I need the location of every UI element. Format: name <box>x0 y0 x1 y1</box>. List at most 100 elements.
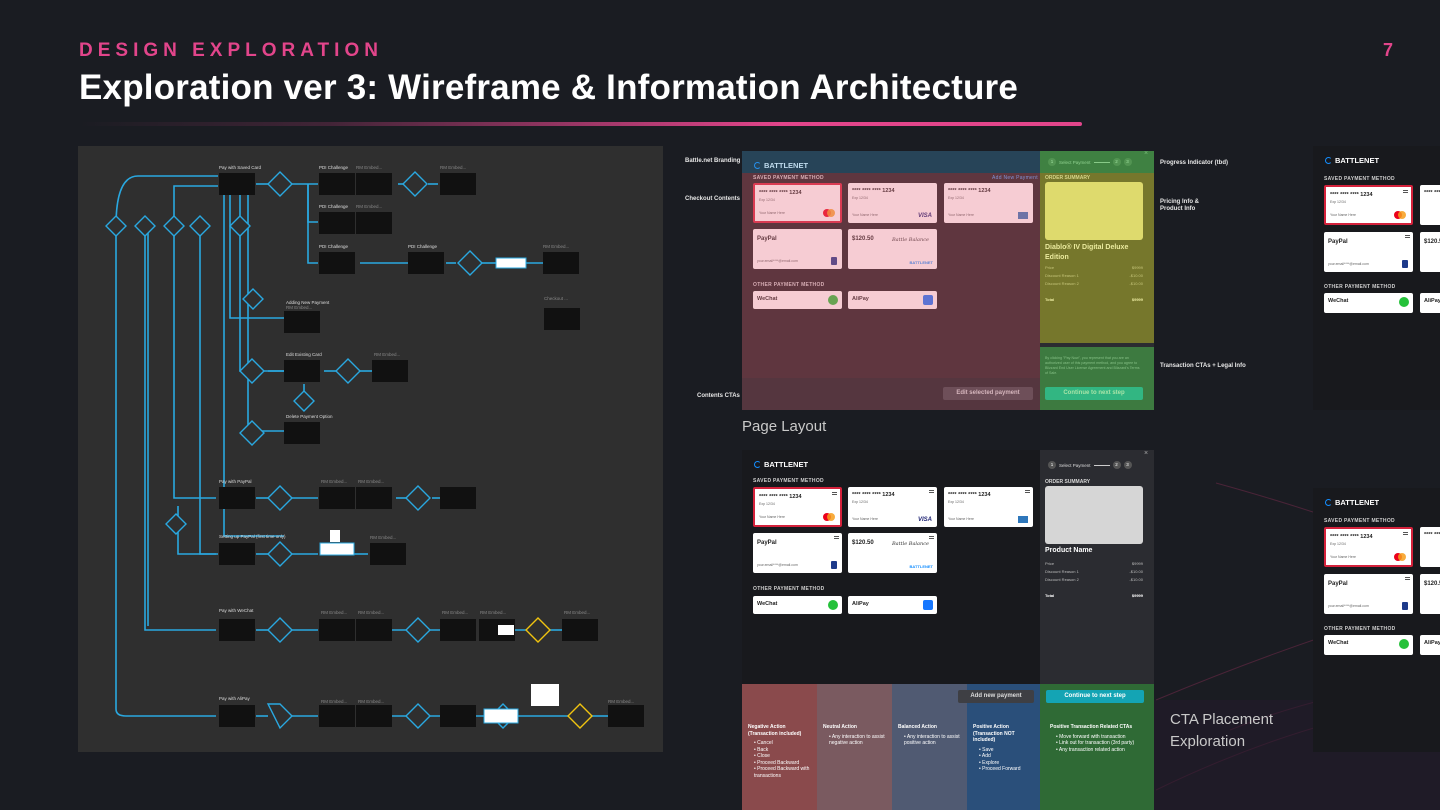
wechat-option[interactable]: WeChat <box>753 596 842 614</box>
overlay-progress <box>1040 151 1154 173</box>
battlenet-icon <box>1325 499 1332 506</box>
checkout-cta-mockup: BATTLENET SAVED PAYMENT METHOD **** ****… <box>742 450 1154 684</box>
flow-label-pdi-challenge: PDI Challenge <box>319 165 349 170</box>
flow-label-rm-embed: RM Embed... <box>286 305 313 310</box>
cta-column-negative: Negative Action (Transaction included) C… <box>742 684 817 810</box>
caption-page-layout: Page Layout <box>742 418 827 435</box>
card-menu-icon[interactable] <box>834 536 839 539</box>
add-new-payment-button[interactable]: Add new payment <box>958 690 1034 703</box>
saved-battle-balance[interactable]: $120.50 Battle Balance BATTLENET <box>848 533 937 573</box>
price-row: Price $9999 <box>1045 561 1143 566</box>
close-icon[interactable]: × <box>1144 450 1148 457</box>
cropped-mockup-bottom: BATTLENET SAVED PAYMENT METHOD **** ****… <box>1313 488 1440 752</box>
caption-cta-placement: CTA Placement Exploration <box>1170 711 1274 750</box>
page-number: 7 <box>1383 40 1394 60</box>
paypal-icon <box>1402 260 1408 268</box>
overlay-pricing <box>1040 173 1154 343</box>
saved-card-visa[interactable]: **** **** **** 1234 <box>1420 185 1440 225</box>
flow-label-pdi-challenge: PDI Challenge <box>319 244 349 249</box>
card-menu-icon[interactable] <box>1405 577 1410 580</box>
wechat-icon <box>828 600 838 610</box>
battlenet-logo: BATTLENET <box>1325 498 1379 507</box>
flowchart-diagram <box>105 171 644 730</box>
product-image <box>1045 486 1143 544</box>
wechat-option[interactable]: WeChat <box>1324 293 1413 313</box>
price-row: Discount Reason 2 -$10.00 <box>1045 577 1143 582</box>
saved-card-visa[interactable]: **** **** **** 1234 <box>1420 527 1440 567</box>
flow-label-rm-embed: RM Embed... <box>543 244 570 249</box>
flow-label-pdi-challenge: PDI Challenge <box>319 204 349 209</box>
flow-label-edit-existing-card: Edit Existing Card <box>286 352 322 357</box>
flow-label-rm-embed: RM Embed... <box>374 352 401 357</box>
flow-label-rm-embed: RM Embed... <box>442 610 469 615</box>
flow-label-delete-payment: Delete Payment Option <box>286 414 333 419</box>
flow-label-setting-up-paypal: Setting up PayPal (first time only) <box>219 534 286 539</box>
other-payment-heading: OTHER PAYMENT METHOD <box>1324 284 1396 290</box>
alipay-option[interactable]: AliPay <box>1420 293 1440 313</box>
cropped-mockup-top: BATTLENET SAVED PAYMENT METHOD **** ****… <box>1313 146 1440 410</box>
saved-battle-balance[interactable]: $120.50 <box>1420 574 1440 614</box>
flow-label-rm-embed: RM Embed... <box>321 479 348 484</box>
overlay-checkout-contents <box>742 173 1040 378</box>
mastercard-icon <box>823 513 835 521</box>
card-menu-icon[interactable] <box>1405 235 1410 238</box>
other-payment-heading: OTHER PAYMENT METHOD <box>753 586 825 592</box>
card-menu-icon[interactable] <box>1025 490 1030 493</box>
flow-label-rm-embed: RM Embed... <box>370 535 397 540</box>
annotation-contents-ctas: Contents CTAs <box>697 393 740 399</box>
battlenet-logo: BATTLENET <box>754 460 808 469</box>
saved-battle-balance[interactable]: $120.50 <box>1420 232 1440 272</box>
continue-next-step-button[interactable]: Continue to next step <box>1046 690 1144 703</box>
flow-label-rm-embed: RM Embed... <box>321 610 348 615</box>
flow-label-rm-embed: RM Embed... <box>358 699 385 704</box>
mastercard-icon <box>1394 211 1406 219</box>
flow-label-pay-with-wechat: Pay with WeChat <box>219 608 254 613</box>
annotation-progress-indicator: Progress Indicator (tbd) <box>1160 160 1229 166</box>
price-row: Discount Reason 1 -$10.00 <box>1045 569 1143 574</box>
alipay-icon <box>923 600 933 610</box>
paypal-icon <box>1402 602 1408 610</box>
saved-card-mastercard[interactable]: **** **** **** 1234 Exp 12/34 Your Name He… <box>1324 185 1413 225</box>
battlenet-logo: BATTLENET <box>1325 156 1379 165</box>
card-menu-icon[interactable] <box>1403 532 1408 535</box>
saved-paypal[interactable]: PayPal your.email****@email.com <box>1324 574 1413 614</box>
visa-icon: VISA <box>917 517 932 523</box>
card-menu-icon[interactable] <box>929 490 934 493</box>
flow-label-rm-embed: RM Embed... <box>440 165 467 170</box>
flow-label-rm-embed: RM Embed... <box>480 610 507 615</box>
cta-column-balanced: Balanced Action Any interaction to assis… <box>892 684 967 810</box>
overlay-branding <box>742 151 1040 173</box>
flow-label-rm-embed: RM Embed... <box>358 479 385 484</box>
flow-label-rm-embed: RM Embed... <box>358 610 385 615</box>
saved-card-mastercard[interactable]: **** **** **** 1234 Exp 12/34 Your Name He… <box>1324 527 1413 567</box>
wechat-option[interactable]: WeChat <box>1324 635 1413 655</box>
flow-label-saved-card: Pay with Saved Card <box>219 165 262 170</box>
card-menu-icon[interactable] <box>1403 190 1408 193</box>
battlenet-icon <box>1325 157 1332 164</box>
flow-label-checkout: Checkout ... <box>544 296 569 301</box>
saved-card-amex[interactable]: **** **** **** 1234 Exp 12/34 Your Name He… <box>944 487 1033 527</box>
flow-label-rm-embed: RM Embed... <box>564 610 591 615</box>
card-menu-icon[interactable] <box>832 492 837 495</box>
saved-paypal[interactable]: PayPal your.email****@email.com <box>1324 232 1413 272</box>
total-row: Total $9999 <box>1045 593 1143 598</box>
other-payment-heading: OTHER PAYMENT METHOD <box>1324 626 1396 632</box>
alipay-option[interactable]: AliPay <box>1420 635 1440 655</box>
title-underline <box>79 122 1082 126</box>
saved-paypal[interactable]: PayPal your.email****@email.com <box>753 533 842 573</box>
overlay-contents-ctas <box>742 378 1040 410</box>
saved-card-visa[interactable]: **** **** **** 1234 Exp 12/34 Your Name He… <box>848 487 937 527</box>
card-menu-icon[interactable] <box>929 536 934 539</box>
flow-label-rm-embed: RM Embed... <box>356 165 383 170</box>
product-name: Product Name <box>1045 547 1093 554</box>
alipay-option[interactable]: AliPay <box>848 596 937 614</box>
flowchart-panel: Pay with Saved Card PDI Challenge RM Emb… <box>78 146 663 752</box>
order-summary-panel: 1 Select Payment 2 3 ORDER SUMMARY Product … <box>1040 450 1154 684</box>
saved-payment-heading: SAVED PAYMENT METHOD <box>1324 518 1395 524</box>
wechat-icon <box>1399 639 1409 649</box>
order-summary-heading: ORDER SUMMARY <box>1045 479 1091 485</box>
saved-card-mastercard[interactable]: **** **** **** 1234 Exp 12/34 Your Name He… <box>753 487 842 527</box>
mastercard-icon <box>1394 553 1406 561</box>
saved-payment-heading: SAVED PAYMENT METHOD <box>1324 176 1395 182</box>
progress-stepper: 1Select Payment23 <box>1048 461 1132 469</box>
